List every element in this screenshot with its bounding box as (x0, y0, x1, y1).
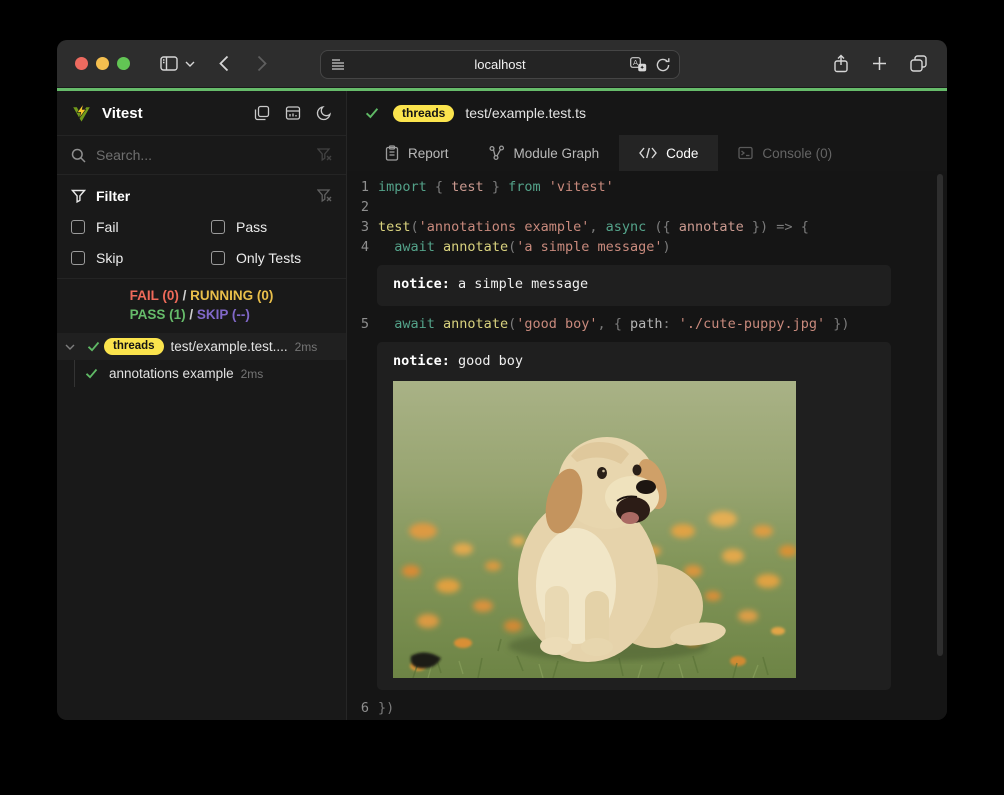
check-icon (85, 368, 98, 379)
app-title: Vitest (102, 105, 143, 122)
running-count: RUNNING (0) (190, 288, 273, 303)
puppy-image (393, 381, 796, 678)
back-icon[interactable] (219, 55, 229, 72)
open-file-name: test/example.test.ts (465, 105, 586, 121)
filter-checkbox-skip[interactable]: Skip (71, 250, 211, 266)
tab-code[interactable]: Code (619, 135, 718, 171)
url-text: localhost (321, 57, 679, 72)
clipboard-icon (385, 145, 399, 161)
new-tab-icon[interactable] (872, 56, 887, 71)
test-case-name: annotations example (109, 366, 234, 381)
checkbox[interactable] (211, 220, 225, 234)
module-graph-icon (489, 145, 505, 161)
notice-label: notice: (393, 276, 450, 292)
main-panel: threads test/example.test.ts Report Modu… (347, 91, 947, 720)
pool-badge: threads (104, 338, 164, 355)
pool-badge: threads (393, 105, 454, 122)
code-line: 6}) (347, 698, 947, 718)
code-line: 4 await annotate('a simple message') (347, 237, 947, 257)
file-header: threads test/example.test.ts (347, 91, 947, 135)
forward-icon[interactable] (257, 55, 267, 72)
translate-icon[interactable]: A✦ (630, 57, 647, 72)
summary-line-1: FAIL (0) / RUNNING (0) (130, 286, 274, 305)
code-line: 3test('annotations example', async ({ an… (347, 217, 947, 237)
vitest-logo (71, 103, 92, 123)
check-icon (87, 341, 100, 352)
test-duration: 2ms (295, 340, 318, 354)
sidebar-toggle-icon[interactable] (160, 56, 178, 71)
minimize-window-button[interactable] (96, 57, 109, 70)
tab-overview-icon[interactable] (910, 55, 927, 72)
test-case-row[interactable]: annotations example 2ms (57, 360, 346, 387)
share-icon[interactable] (833, 54, 849, 73)
annotation-notice: notice: good boy (377, 342, 891, 690)
filter-clear-icon[interactable] (317, 148, 332, 162)
pass-count: PASS (1) (130, 307, 186, 322)
url-bar[interactable]: localhost A✦ (320, 50, 680, 79)
checkbox[interactable] (211, 251, 225, 265)
code-line: 1import { test } from 'vitest' (347, 177, 947, 197)
filter-icon (71, 189, 86, 203)
reload-icon[interactable] (656, 57, 670, 72)
test-tree: threads test/example.test.... 2ms annota… (57, 333, 346, 387)
summary-line-2: PASS (1) / SKIP (--) (130, 305, 274, 324)
console-icon (738, 146, 753, 160)
svg-text:A: A (633, 58, 638, 67)
tab-bar: Report Module Graph Code (347, 135, 947, 171)
annotation-notice: notice: a simple message (377, 265, 891, 306)
tree-guide-line (74, 360, 75, 387)
panels-icon[interactable] (254, 105, 270, 121)
test-summary: FAIL (0) / RUNNING (0) PASS (1) / SKIP (… (57, 278, 346, 330)
code-icon (639, 147, 657, 159)
notice-label: notice: (393, 353, 450, 369)
close-window-button[interactable] (75, 57, 88, 70)
browser-window: localhost A✦ (57, 40, 947, 720)
code-line: 2 (347, 197, 947, 217)
code-line: 5 await annotate('good boy', { path: './… (347, 314, 947, 334)
tab-module-graph[interactable]: Module Graph (469, 135, 620, 171)
check-icon (365, 107, 379, 119)
code-area[interactable]: 1import { test } from 'vitest'23test('an… (347, 171, 947, 720)
traffic-lights (75, 57, 130, 70)
dashboard-icon[interactable] (285, 105, 301, 121)
tab-report[interactable]: Report (365, 135, 469, 171)
chevron-down-icon[interactable] (185, 61, 195, 67)
notice-text: a simple message (450, 276, 588, 292)
filter-checkbox-fail[interactable]: Fail (71, 219, 211, 235)
filter-clear-icon[interactable] (317, 189, 332, 203)
fail-count: FAIL (0) (130, 288, 179, 303)
browser-toolbar: localhost A✦ (57, 40, 947, 88)
test-file-row[interactable]: threads test/example.test.... 2ms (57, 333, 346, 360)
moon-icon[interactable] (316, 105, 332, 121)
notice-text: good boy (450, 353, 523, 369)
search-icon (71, 148, 86, 163)
svg-text:✦: ✦ (640, 65, 645, 72)
checkbox[interactable] (71, 251, 85, 265)
skip-count: SKIP (--) (197, 307, 250, 322)
tab-console[interactable]: Console (0) (718, 135, 852, 171)
test-duration: 2ms (241, 367, 264, 381)
search-input[interactable] (96, 147, 317, 163)
zoom-window-button[interactable] (117, 57, 130, 70)
filter-checkbox-pass[interactable]: Pass (211, 219, 332, 235)
filter-section-title: Filter (96, 188, 130, 204)
scrollbar-thumb[interactable] (937, 174, 943, 656)
checkbox[interactable] (71, 220, 85, 234)
sidebar: Vitest (57, 91, 347, 720)
chevron-down-icon[interactable] (65, 344, 79, 350)
filter-checkbox-only-tests[interactable]: Only Tests (211, 250, 332, 266)
test-file-name: test/example.test.... (171, 339, 288, 354)
